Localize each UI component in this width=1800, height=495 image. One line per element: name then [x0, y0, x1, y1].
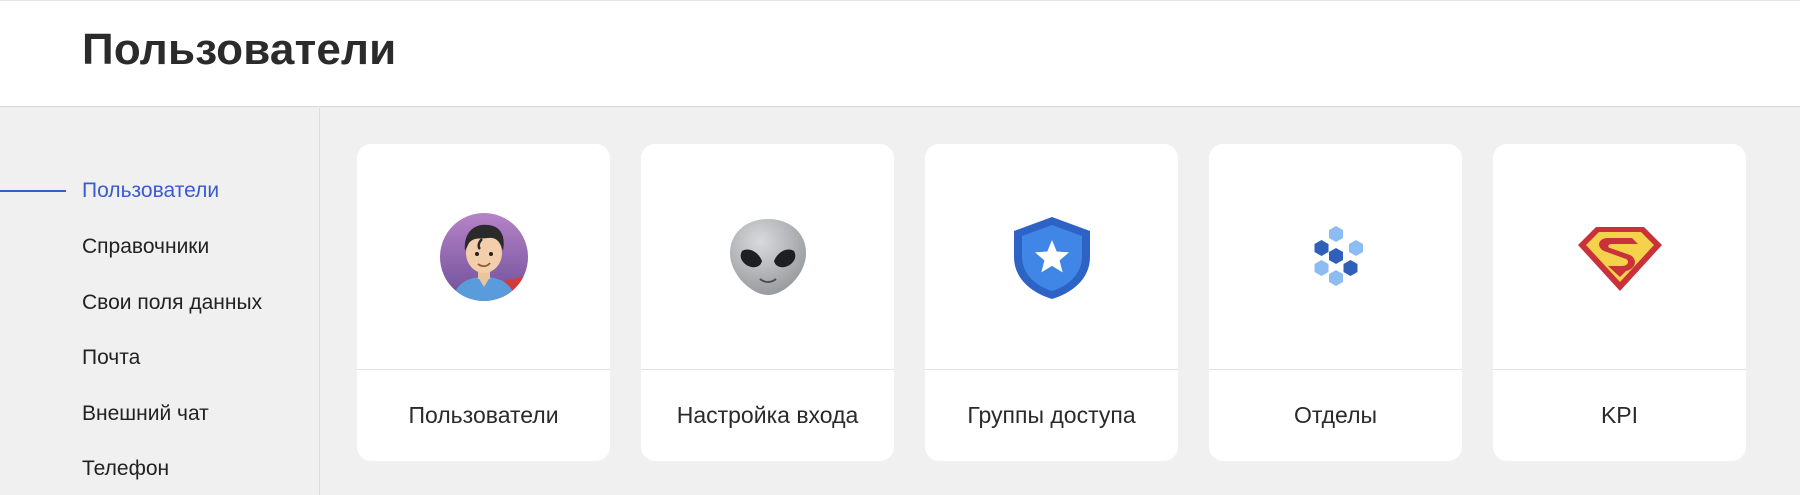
sidebar: Пользователи Справочники Свои поля данны… [0, 108, 320, 495]
card-label: Отделы [1293, 402, 1378, 428]
sidebar-item-custom-fields[interactable]: Свои поля данных [82, 291, 262, 315]
card-icon-area [1493, 144, 1746, 370]
sidebar-item-directories[interactable]: Справочники [82, 235, 209, 259]
alien-icon [729, 218, 806, 295]
card-icon-area [1209, 144, 1462, 370]
hexagon-cluster-icon [1314, 225, 1363, 286]
superman-avatar-icon [439, 212, 528, 301]
sidebar-item-mail[interactable]: Почта [82, 346, 140, 370]
shield-star-icon [1013, 216, 1090, 299]
card-departments[interactable]: Отделы [1209, 144, 1462, 461]
card-icon-area [925, 144, 1178, 370]
sidebar-item-phone[interactable]: Телефон [82, 457, 169, 481]
sidebar-item-external-chat[interactable]: Внешний чат [82, 402, 209, 426]
card-kpi[interactable]: KPI [1493, 144, 1746, 461]
superman-logo-icon [1577, 226, 1662, 291]
card-label: KPI [1600, 402, 1639, 428]
card-label: Пользователи [408, 402, 559, 428]
page-header: Пользователи [0, 0, 1800, 107]
card-icon-area [641, 144, 894, 370]
card-label: Настройка входа [676, 402, 859, 428]
card-icon-area [357, 144, 610, 370]
card-access-groups[interactable]: Группы доступа [925, 144, 1178, 461]
card-label: Группы доступа [967, 402, 1136, 428]
page-title: Пользователи [82, 25, 397, 74]
active-nav-indicator [0, 190, 66, 192]
card-login-settings[interactable]: Настройка входа [641, 144, 894, 461]
card-users[interactable]: Пользователи [357, 144, 610, 461]
sidebar-item-users[interactable]: Пользователи [82, 179, 219, 203]
